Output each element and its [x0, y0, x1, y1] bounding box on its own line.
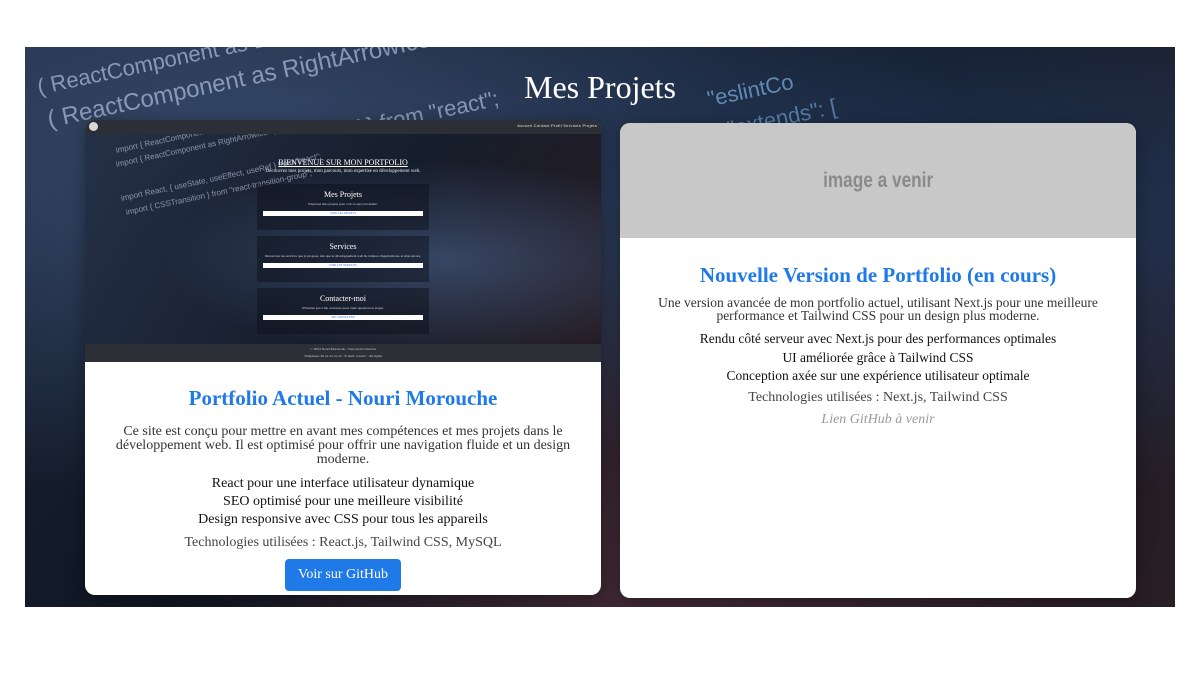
github-link-coming-soon: Lien GitHub à venir: [821, 411, 935, 427]
screenshot-section-text: Explorez mes projets pour voir ce que j'…: [308, 202, 378, 206]
screenshot-footer-line: Téléphone: 0x xx xx xx xx · E-mail: cont…: [303, 354, 383, 358]
project-technologies: Technologies utilisées : Next.js, Tailwi…: [748, 389, 1008, 405]
screenshot-nav-links: Accueil Contact Profil Services Projets: [517, 123, 597, 128]
screenshot-section-button: VOIR LES PROJETS: [263, 211, 423, 216]
screenshot-footer: © 2024 Nouri Morouche - Tous droits rése…: [85, 344, 601, 362]
project-card-current-portfolio: import { ReactComponent as BoltIcon } fr…: [85, 120, 601, 595]
image-placeholder-text: image a venir: [822, 168, 934, 192]
screenshot-section-text: N'hésitez pas à me contacter pour toute …: [302, 306, 384, 310]
project-description: Ce site est conçu pour mettre en avant m…: [115, 424, 571, 467]
page-title: Mes Projets: [524, 69, 676, 105]
screenshot-section-button: ME CONTACTER: [263, 315, 423, 320]
project-description: Une version avancée de mon portfolio act…: [658, 295, 1098, 323]
project-features: Rendu côté serveur avec Next.js pour des…: [620, 330, 1136, 386]
screenshot-section-services: Services Découvrez les services que je p…: [257, 236, 429, 282]
screenshot-subheading: Découvrez mes projets, mon parcours, mon…: [265, 169, 421, 174]
view-on-github-button[interactable]: Voir sur GitHub: [285, 559, 401, 591]
project-screenshot: import { ReactComponent as BoltIcon } fr…: [85, 120, 601, 362]
screenshot-hero: import { ReactComponent as BoltIcon } fr…: [85, 120, 601, 344]
screenshot-section-projects: Mes Projets Explorez mes projets pour vo…: [257, 184, 429, 230]
project-title: Nouvelle Version de Portfolio (en cours): [699, 263, 1057, 287]
screenshot-heading: BIENVENUE SUR MON PORTFOLIO: [278, 158, 408, 167]
screenshot-section-text: Découvrez les services que je propose, t…: [264, 254, 422, 258]
screenshot-section-title: Services: [329, 242, 357, 251]
screenshot-navbar: Accueil Contact Profil Services Projets: [85, 120, 601, 134]
screenshot-section-button: VOIR LES SERVICES: [263, 263, 423, 268]
feature-item: Design responsive avec CSS pour tous les…: [198, 512, 488, 527]
feature-item: Rendu côté serveur avec Next.js pour des…: [699, 331, 1057, 346]
feature-item: React pour une interface utilisateur dyn…: [211, 476, 475, 491]
project-title: Portfolio Actuel - Nouri Morouche: [188, 386, 498, 410]
screenshot-section-title: Mes Projets: [324, 190, 362, 199]
screenshot-footer-line: © 2024 Nouri Morouche - Tous droits rése…: [310, 347, 376, 351]
screenshot-section-title: Contacter-moi: [319, 294, 367, 303]
projects-section: ( ReactComponent as BoltIco ( ReactCompo…: [25, 47, 1175, 607]
screenshot-logo-icon: [89, 122, 98, 131]
image-placeholder: image a venir: [620, 123, 1136, 238]
screenshot-section-contact: Contacter-moi N'hésitez pas à me contact…: [257, 288, 429, 334]
project-features: React pour une interface utilisateur dyn…: [85, 475, 601, 529]
feature-item: Conception axée sur une expérience utili…: [726, 368, 1030, 383]
project-technologies: Technologies utilisées : React.js, Tailw…: [184, 535, 502, 550]
feature-item: UI améliorée grâce à Tailwind CSS: [782, 349, 974, 365]
project-card-new-portfolio: image a venir Nouvelle Version de Portfo…: [620, 123, 1136, 598]
feature-item: SEO optimisé pour une meilleure visibili…: [223, 494, 463, 509]
